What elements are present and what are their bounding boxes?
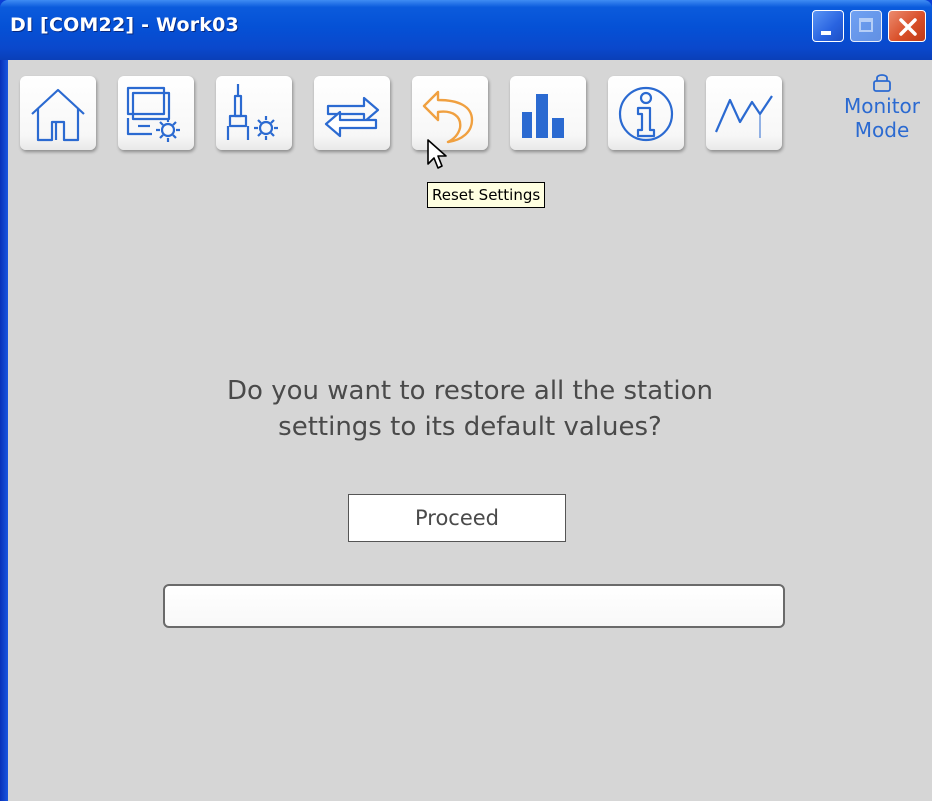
client-area: Monitor Mode Reset Settings Do you want … [8,60,932,801]
reset-undo-icon [422,90,474,144]
counters-button[interactable] [510,76,586,150]
monitor-mode-indicator[interactable]: Monitor Mode [832,72,932,142]
home-icon [31,88,85,142]
title-bar[interactable]: DI [COM22] - Work03 [0,0,932,60]
minimize-button[interactable] [812,10,844,42]
lock-icon [873,74,891,92]
transfer-button[interactable] [314,76,390,150]
line-graph-icon [714,95,773,138]
tool-settings-button[interactable] [216,76,292,150]
application-window: DI [COM22] - Work03 Monitor Mode Reset S… [0,0,932,801]
window-title: DI [COM22] - Work03 [10,14,239,36]
station-settings-icon [126,86,180,142]
tool-settings-icon [226,84,278,140]
information-button[interactable] [608,76,684,150]
reset-progress-bar [163,584,785,628]
mouse-cursor-icon [427,139,447,169]
bar-chart-icon [522,94,564,138]
question-line-2: settings to its default values? [278,412,662,442]
window-left-border [0,60,8,801]
close-icon [899,18,917,36]
tooltip: Reset Settings [427,182,546,208]
station-settings-button[interactable] [118,76,194,150]
info-icon [618,86,674,142]
close-button[interactable] [888,10,926,42]
reset-settings-button[interactable] [412,76,488,150]
transfer-arrows-icon [324,96,380,138]
monitor-mode-label-line1: Monitor [843,94,921,118]
question-line-1: Do you want to restore all the station [227,376,713,406]
restore-question: Do you want to restore all the station s… [8,373,932,445]
proceed-button[interactable]: Proceed [348,494,566,542]
maximize-button[interactable] [850,10,882,42]
monitor-mode-label-line2: Mode [854,118,910,142]
graphics-button[interactable] [706,76,782,150]
home-button[interactable] [20,76,96,150]
